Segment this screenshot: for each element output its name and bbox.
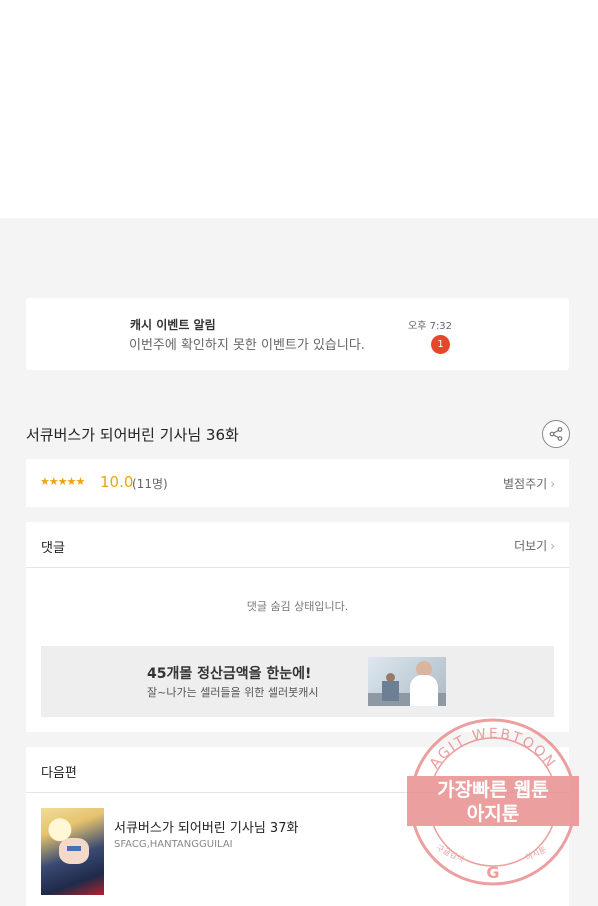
- share-icon: [549, 427, 563, 441]
- next-episode-author: SFACG,HANTANGGUILAI: [114, 839, 233, 850]
- next-episode-heading: 다음편: [41, 766, 77, 781]
- notification-time: 오후 7:32: [408, 321, 453, 332]
- watermark-line2: 아지툰: [467, 803, 519, 825]
- rating-stars: ★★★★★: [40, 475, 85, 488]
- comments-more-label: 더보기: [514, 539, 548, 553]
- ad-title: 45개몰 정산금액을 한눈에!: [147, 666, 312, 682]
- episode-title: 서큐버스가 되어버린 기사님 36화: [26, 426, 239, 444]
- comments-more-button[interactable]: 더보기 ›: [514, 537, 555, 554]
- ad-banner[interactable]: 45개몰 정산금액을 한눈에! 잘~나가는 셀러들을 위한 셀러봇캐시: [41, 646, 554, 717]
- notification-badge: 1: [431, 335, 450, 354]
- notification-card[interactable]: 캐시 이벤트 알림 이번주에 확인하지 못한 이벤트가 있습니다. 오후 7:3…: [26, 298, 569, 370]
- share-button[interactable]: [542, 420, 570, 448]
- comments-card: 댓글 더보기 › 댓글 숨김 상태입니다. 45개몰 정산금액을 한눈에! 잘~나…: [26, 522, 569, 732]
- chevron-right-icon: ›: [550, 477, 555, 491]
- svg-text:G: G: [486, 863, 499, 882]
- notification-message: 이번주에 확인하지 못한 이벤트가 있습니다.: [129, 338, 365, 353]
- watermark-stamp: AGIT WEBTOON 가장빠른 웹툰 아지툰 구글검색 아지툰 G: [407, 718, 579, 886]
- ad-image: [368, 657, 446, 706]
- notification-title: 캐시 이벤트 알림: [130, 318, 216, 332]
- watermark-bottom-right: 아지툰: [524, 844, 548, 862]
- comments-title: 댓글: [41, 541, 65, 556]
- rating-card: ★★★★★ 10.0 (11명) 별점주기 ›: [26, 459, 569, 507]
- rate-button[interactable]: 별점주기 ›: [503, 475, 555, 492]
- rating-count: (11명): [132, 477, 168, 491]
- next-episode-title[interactable]: 서큐버스가 되어버린 기사님 37화: [114, 817, 298, 836]
- rate-label: 별점주기: [503, 477, 548, 491]
- watermark-line1: 가장빠른 웹툰: [437, 779, 549, 801]
- comments-hidden-message: 댓글 숨김 상태입니다.: [246, 600, 349, 613]
- ad-subtitle: 잘~나가는 셀러들을 위한 셀러봇캐시: [147, 686, 319, 699]
- watermark-bottom-left: 구글검색: [435, 843, 466, 865]
- chevron-right-icon: ›: [550, 539, 555, 553]
- rating-score: 10.0: [100, 473, 134, 491]
- comments-header: 댓글 더보기 ›: [26, 522, 569, 568]
- next-episode-thumbnail[interactable]: [41, 808, 104, 895]
- top-blank-area: [0, 0, 598, 218]
